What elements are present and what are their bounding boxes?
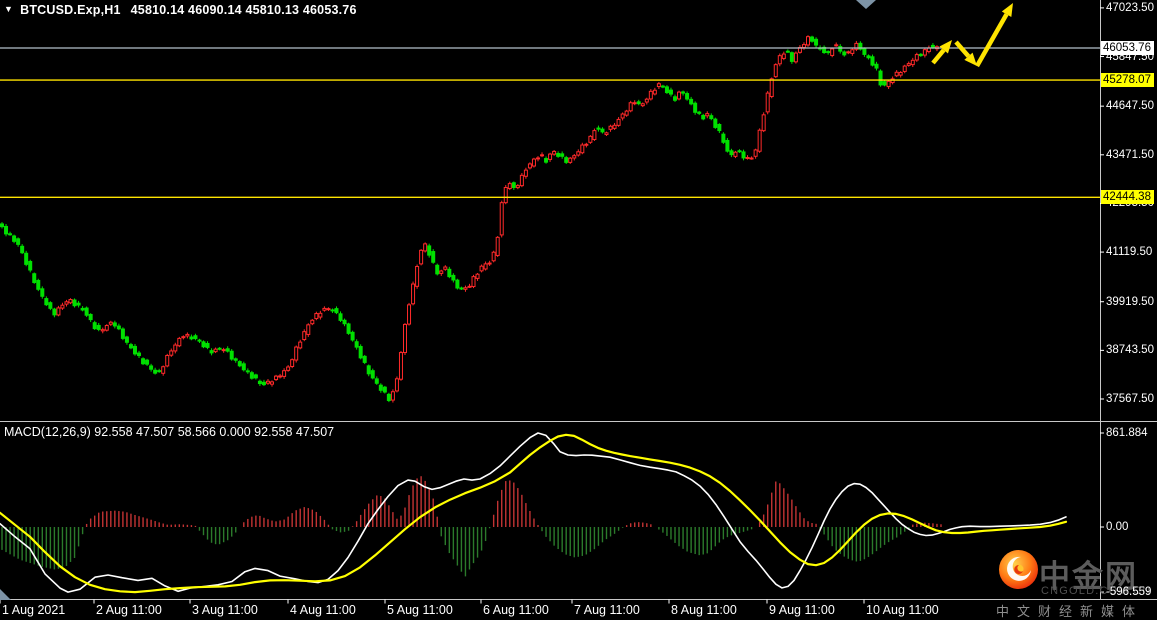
time-tick-label: 7 Aug 11:00 [574, 603, 640, 617]
price-tick-label: 39919.50 [1106, 295, 1154, 308]
price-tick-label: 37567.50 [1106, 393, 1154, 405]
symbol-title: BTCUSD.Exp,H1 [20, 3, 121, 17]
price-tick-label: 44647.50 [1106, 100, 1154, 113]
symbol-header: ▼ BTCUSD.Exp,H1 45810.14 46090.14 45810.13… [4, 3, 357, 17]
macd-tick-label: -596.559 [1106, 586, 1152, 599]
time-tick-label: 3 Aug 11:00 [192, 603, 258, 617]
time-tick-label: 10 Aug 11:00 [866, 603, 939, 617]
price-axis[interactable]: 47023.5045847.5044647.5043471.5042295.50… [1101, 0, 1157, 600]
macd-tick-label: 861.884 [1106, 427, 1148, 439]
time-tick-label: 8 Aug 11:00 [671, 603, 737, 617]
price-tick-label: 38743.50 [1106, 344, 1154, 357]
time-tick-label: 1 Aug 2021 [2, 603, 66, 617]
chart-canvas[interactable] [0, 0, 1157, 620]
price-tick-label: 43471.50 [1106, 148, 1154, 161]
cngold-logo-icon [999, 550, 1038, 589]
price-tick-label: 41119.50 [1106, 246, 1153, 259]
time-tick-label: 4 Aug 11:00 [290, 603, 356, 617]
time-tick-label: 9 Aug 11:00 [769, 603, 835, 617]
trading-chart-window: ▼ BTCUSD.Exp,H1 45810.14 46090.14 45810.13… [0, 0, 1157, 620]
level-price-badge: 42444.38 [1101, 190, 1154, 205]
symbol-dropdown-icon[interactable]: ▼ [4, 4, 13, 14]
time-tick-label: 2 Aug 11:00 [96, 603, 162, 617]
ohlc-values: 45810.14 46090.14 45810.13 46053.76 [130, 3, 357, 17]
time-tick-label: 6 Aug 11:00 [483, 603, 549, 617]
macd-indicator-label: MACD(12,26,9) 92.558 47.507 58.566 0.000… [4, 425, 335, 439]
current-price-badge: 46053.76 [1101, 41, 1154, 55]
price-tick-label: 47023.50 [1106, 1, 1154, 14]
level-price-badge: 45278.07 [1101, 73, 1154, 88]
macd-tick-label: 0.00 [1106, 521, 1129, 533]
time-tick-label: 5 Aug 11:00 [387, 603, 453, 617]
time-axis[interactable]: 1 Aug 2021 2 Aug 11:00 3 Aug 11:00 4 Aug 11… [0, 602, 1157, 620]
